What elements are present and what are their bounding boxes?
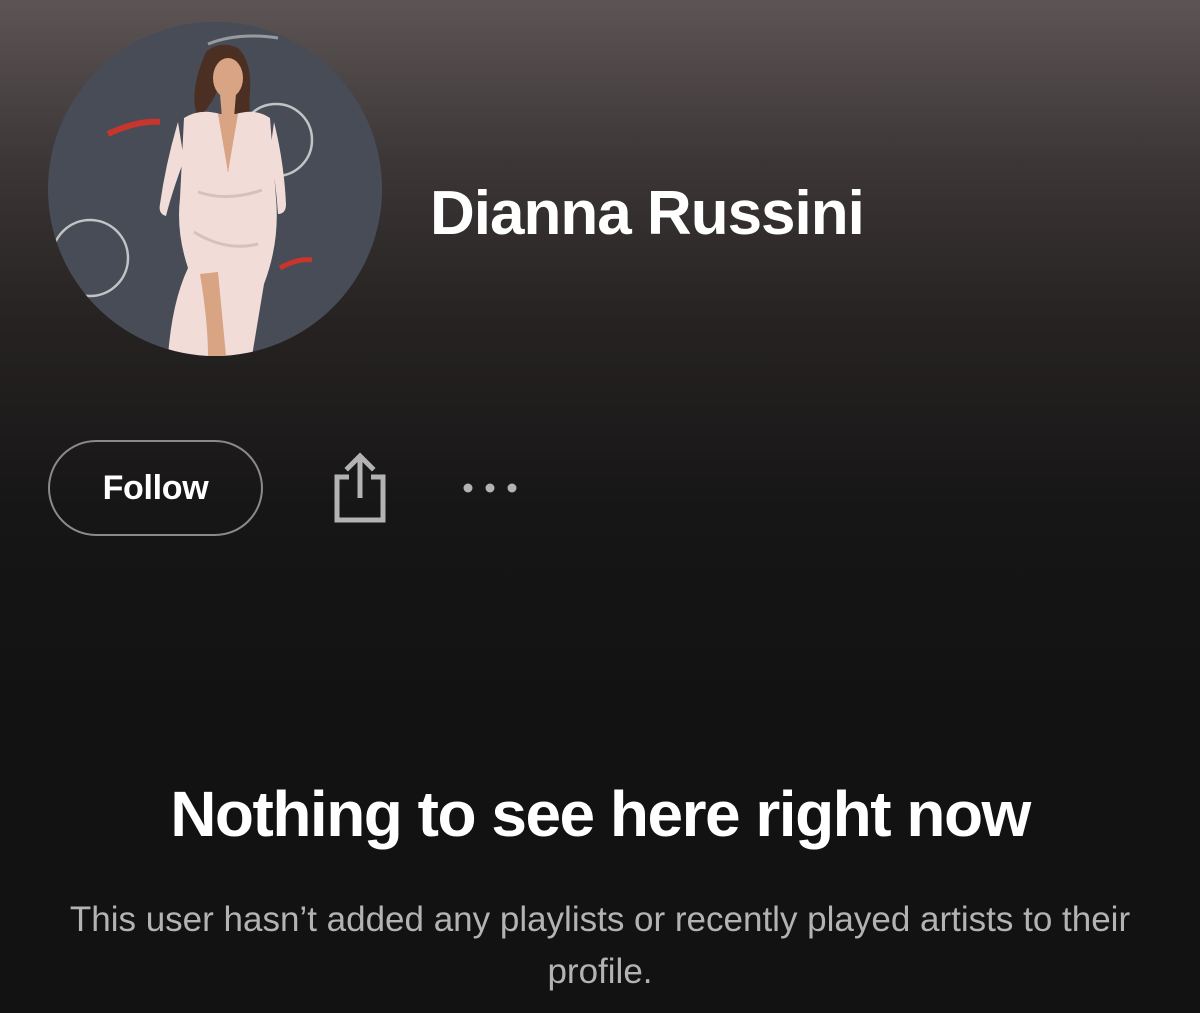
share-button[interactable] (320, 446, 400, 530)
more-options-button[interactable] (452, 466, 528, 510)
profile-avatar (48, 22, 382, 356)
follow-button[interactable]: Follow (48, 440, 263, 536)
empty-state-description: This user hasn’t added any playlists or … (69, 900, 1131, 991)
more-options-icon (463, 483, 517, 493)
empty-state-title: Nothing to see here right now (170, 778, 1031, 850)
profile-photo-icon (48, 22, 382, 356)
share-icon (334, 452, 386, 523)
profile-name: Dianna Russini (430, 179, 865, 248)
